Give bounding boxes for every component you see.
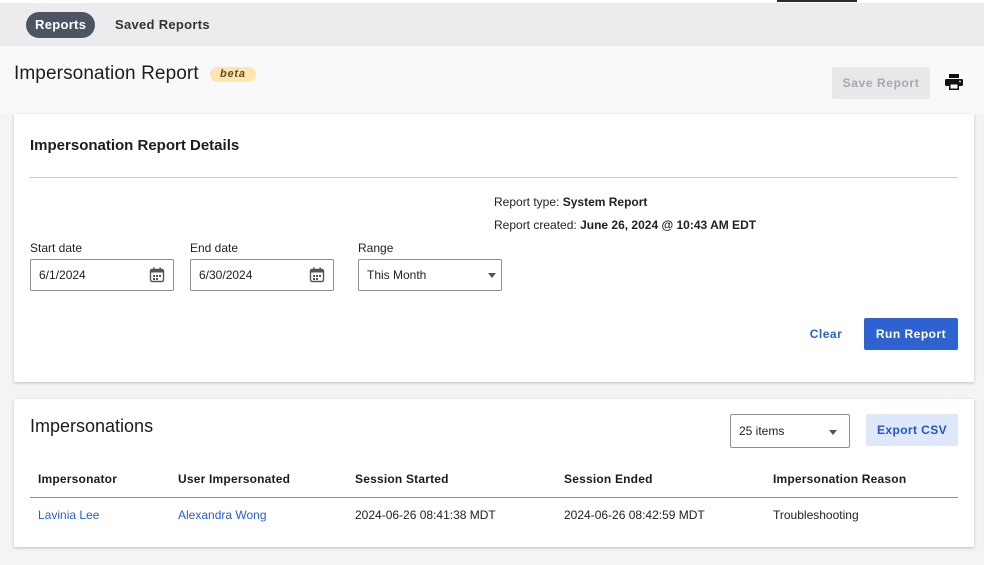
page-header: Impersonation Report beta Save Report <box>0 46 984 114</box>
calendar-icon[interactable] <box>309 267 325 283</box>
calendar-icon[interactable] <box>149 267 165 283</box>
column-header-session-started[interactable]: Session Started <box>355 472 449 486</box>
report-created: Report created: June 26, 2024 @ 10:43 AM… <box>494 218 756 232</box>
end-date-input[interactable]: 6/30/2024 <box>190 259 334 291</box>
top-navigation: Reports Saved Reports <box>0 0 984 46</box>
report-created-value: June 26, 2024 @ 10:43 AM EDT <box>580 218 757 232</box>
report-type: Report type: System Report <box>494 195 647 209</box>
impersonations-title: Impersonations <box>30 416 154 436</box>
range-select[interactable]: This Month <box>358 259 502 291</box>
start-date-value: 6/1/2024 <box>39 268 86 282</box>
range-label: Range <box>358 241 394 255</box>
print-icon[interactable] <box>945 74 963 90</box>
report-created-label: Report created: <box>494 218 577 232</box>
details-divider <box>30 177 958 178</box>
tab-reports[interactable]: Reports <box>26 12 96 38</box>
column-header-impersonation-reason[interactable]: Impersonation Reason <box>773 472 906 486</box>
items-per-page-value: 25 items <box>739 424 785 438</box>
end-date-value: 6/30/2024 <box>199 268 253 282</box>
report-type-label: Report type: <box>494 195 560 209</box>
table-header-divider <box>30 497 958 498</box>
range-value: This Month <box>367 268 427 282</box>
user-impersonated-link[interactable]: Alexandra Wong <box>178 508 267 522</box>
report-details-card: Impersonation Report Details Report type… <box>14 114 974 382</box>
column-header-session-ended[interactable]: Session Ended <box>564 472 653 486</box>
start-date-label: Start date <box>30 241 83 255</box>
impersonation-reason-cell: Troubleshooting <box>773 508 859 522</box>
start-date-input[interactable]: 6/1/2024 <box>30 259 174 291</box>
session-ended-cell: 2024-06-26 08:42:59 MDT <box>564 508 705 522</box>
export-csv-button[interactable]: Export CSV <box>866 414 958 446</box>
items-per-page-select[interactable]: 25 items <box>730 414 850 448</box>
column-header-impersonator[interactable]: Impersonator <box>38 472 117 486</box>
details-title: Impersonation Report Details <box>30 137 240 154</box>
impersonator-link[interactable]: Lavinia Lee <box>38 508 99 522</box>
nav-indicator <box>777 0 857 2</box>
tab-saved-reports[interactable]: Saved Reports <box>106 12 219 38</box>
beta-badge: beta <box>210 67 256 82</box>
clear-button[interactable]: Clear <box>804 318 848 350</box>
run-report-button[interactable]: Run Report <box>864 318 958 350</box>
impersonations-card: Impersonations 25 items Export CSV Imper… <box>14 399 974 547</box>
column-header-user-impersonated[interactable]: User Impersonated <box>178 472 290 486</box>
chevron-down-icon <box>488 273 496 278</box>
save-report-button[interactable]: Save Report <box>832 67 930 99</box>
report-type-value: System Report <box>562 195 648 209</box>
session-started-cell: 2024-06-26 08:41:38 MDT <box>355 508 496 522</box>
page-title: Impersonation Report <box>14 63 199 84</box>
chevron-down-icon <box>829 430 837 435</box>
end-date-label: End date <box>190 241 239 255</box>
